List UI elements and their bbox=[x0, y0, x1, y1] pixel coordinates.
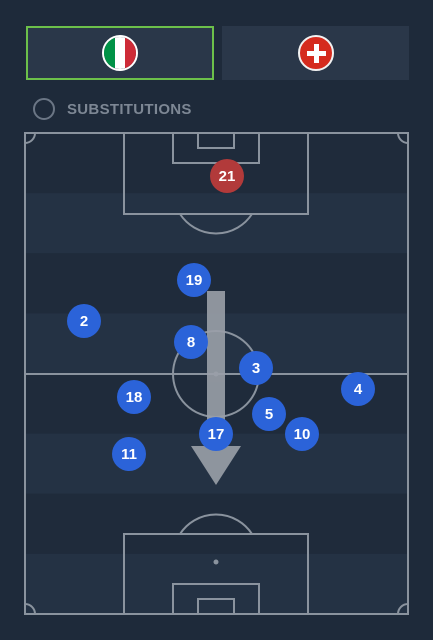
away-player[interactable]: 21 bbox=[210, 159, 244, 193]
home-player[interactable]: 18 bbox=[117, 380, 151, 414]
home-player[interactable]: 4 bbox=[341, 372, 375, 406]
player-number: 3 bbox=[252, 360, 260, 377]
home-player[interactable]: 10 bbox=[285, 417, 319, 451]
penalty-spot bbox=[213, 559, 219, 565]
home-player[interactable]: 3 bbox=[239, 351, 273, 385]
player-number: 10 bbox=[294, 426, 311, 443]
player-number: 11 bbox=[121, 446, 137, 463]
home-player[interactable]: 2 bbox=[67, 304, 101, 338]
home-player[interactable]: 19 bbox=[177, 263, 211, 297]
player-number: 18 bbox=[126, 389, 143, 406]
home-player[interactable]: 11 bbox=[112, 437, 146, 471]
home-player[interactable]: 8 bbox=[174, 325, 208, 359]
home-player[interactable]: 17 bbox=[199, 417, 233, 451]
player-number: 17 bbox=[208, 426, 225, 443]
pitch: 21 19 2 8 3 18 4 5 17 10 11 bbox=[24, 132, 409, 615]
pitch-stripe bbox=[25, 193, 408, 254]
player-number: 21 bbox=[219, 168, 236, 185]
pitch-stripe bbox=[25, 493, 408, 554]
player-number: 5 bbox=[265, 406, 273, 423]
player-number: 19 bbox=[186, 272, 203, 289]
player-number: 8 bbox=[187, 334, 195, 351]
home-player[interactable]: 5 bbox=[252, 397, 286, 431]
player-number: 4 bbox=[354, 381, 363, 398]
player-number: 2 bbox=[80, 313, 88, 330]
